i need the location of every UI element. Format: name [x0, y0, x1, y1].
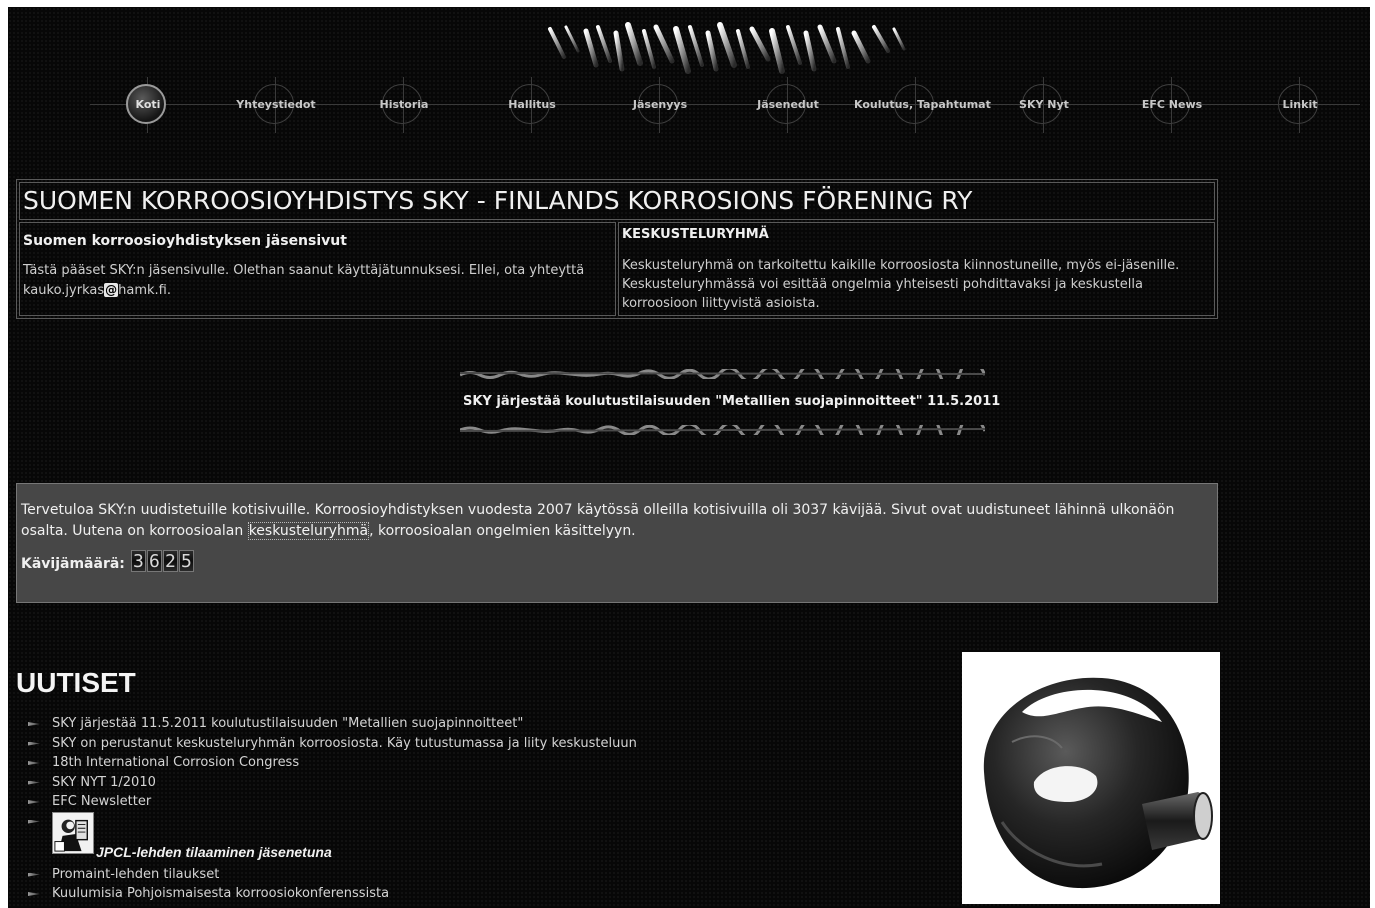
- discussion-title[interactable]: KESKUSTELURYHMÄ: [622, 227, 1211, 242]
- discussion-text: Keskusteluryhmä on tarkoitettu kaikille …: [622, 258, 1180, 311]
- news-item-label: SKY NYT 1/2010: [52, 774, 156, 790]
- jpcl-link[interactable]: JPCL-lehden tilaaminen jäsenetuna: [96, 843, 332, 863]
- counter-digit: 3: [130, 550, 146, 572]
- site-logo[interactable]: [538, 21, 918, 83]
- nav-label: Yhteystiedot: [236, 98, 316, 111]
- nav-label: Koulutus, Tapahtumat: [854, 98, 991, 111]
- news-list: SKY järjestää 11.5.2011 koulutustilaisuu…: [26, 714, 726, 904]
- nav-item-yhteystiedot[interactable]: Yhteystiedot: [214, 77, 338, 133]
- nav-label: Linkit: [1282, 98, 1318, 111]
- news-item-label: EFC Newsletter: [52, 794, 152, 809]
- bullet-icon: [28, 819, 40, 824]
- nav-item-sky-nyt[interactable]: SKY Nyt: [982, 77, 1106, 133]
- news-item-label: SKY on perustanut keskusteluryhmän korro…: [52, 735, 637, 751]
- counter-digit: 5: [178, 550, 194, 572]
- contact-email[interactable]: kauko.jyrkas@hamk.fi.: [23, 283, 171, 298]
- discussion-group-link[interactable]: keskusteluryhmä: [247, 522, 370, 540]
- bullet-icon: [28, 780, 40, 785]
- welcome-text-after: , korroosioalan ongelmien käsittelyyn.: [369, 523, 636, 539]
- bullet-icon: [28, 892, 40, 896]
- news-item-label: Promaint-lehden tilaukset: [52, 866, 220, 882]
- news-item[interactable]: SKY järjestää 11.5.2011 koulutustilaisuu…: [26, 714, 726, 734]
- news-item-label: SKY järjestää 11.5.2011 koulutustilaisuu…: [52, 716, 524, 731]
- nav-item-historia[interactable]: Historia: [342, 77, 466, 133]
- news-item-label: 18th International Corrosion Congress: [52, 755, 300, 770]
- welcome-text: Tervetuloa SKY:n uudistetuille kotisivui…: [21, 500, 1213, 542]
- news-title: UUTISET: [16, 667, 136, 698]
- visitor-counter-row: Kävijämäärä: 3 6 2 5: [21, 550, 1213, 572]
- nav-label: Hallitus: [508, 98, 556, 111]
- nav-label: Jäsenedut: [757, 98, 819, 111]
- news-item[interactable]: Promaint-lehden tilaukset: [26, 865, 726, 885]
- visitor-counter: 3 6 2 5: [130, 550, 195, 572]
- news-item[interactable]: SKY on perustanut keskusteluryhmän korro…: [26, 734, 726, 754]
- members-section: Suomen korroosioyhdistyksen jäsensivut T…: [19, 222, 616, 316]
- news-item[interactable]: Kuulumisia Pohjoismaisesta korroosiokonf…: [26, 884, 726, 904]
- at-icon: @: [104, 283, 119, 297]
- nav-label: EFC News: [1141, 98, 1203, 111]
- counter-digit: 6: [146, 550, 162, 572]
- announcement-link[interactable]: SKY järjestää koulutustilaisuuden "Metal…: [463, 394, 1000, 409]
- email-domain: hamk.fi.: [118, 283, 171, 298]
- page-title: SUOMEN KORROOSIOYHDISTYS SKY - FINLANDS …: [19, 182, 1215, 220]
- jpcl-cartoon-icon: [52, 811, 94, 854]
- nav-item-efc-news[interactable]: EFC News: [1110, 77, 1234, 133]
- bullet-icon: [28, 800, 40, 804]
- bullet-icon: [28, 741, 40, 746]
- bullet-icon: [28, 722, 40, 726]
- news-item[interactable]: SKY NYT 1/2010: [26, 773, 726, 793]
- members-description: Tästä pääset SKY:n jäsensivulle. Olethan…: [23, 263, 585, 278]
- decorative-scribble: [460, 425, 985, 435]
- nav-item-jasenedut[interactable]: Jäsenedut: [726, 77, 850, 133]
- decorative-scribble: [460, 369, 985, 379]
- counter-digit: 2: [162, 550, 178, 572]
- nav-item-koulutus[interactable]: Koulutus, Tapahtumat: [854, 77, 991, 133]
- news-item-label: Kuulumisia Pohjoismaisesta korroosiokonf…: [52, 886, 390, 901]
- header-box: SUOMEN KORROOSIOYHDISTYS SKY - FINLANDS …: [16, 179, 1218, 319]
- corroded-pipe-photo: [962, 652, 1220, 904]
- news-item-jpcl[interactable]: JPCL-lehden tilaaminen jäsenetuna: [26, 811, 726, 865]
- nav-label: Jäsenyys: [632, 98, 688, 111]
- welcome-box: Tervetuloa SKY:n uudistetuille kotisivui…: [16, 483, 1218, 603]
- members-title[interactable]: Suomen korroosioyhdistyksen jäsensivut: [23, 233, 612, 249]
- nav-label: SKY Nyt: [1019, 98, 1069, 111]
- discussion-section: KESKUSTELURYHMÄ Keskusteluryhmä on tarko…: [618, 222, 1215, 316]
- bullet-icon: [28, 761, 40, 765]
- nav-item-linkit[interactable]: Linkit: [1238, 77, 1362, 133]
- nav-item-jasenyys[interactable]: Jäsenyys: [598, 77, 722, 133]
- members-text: Tästä pääset SKY:n jäsensivulle. Olethan…: [23, 261, 612, 301]
- visitor-counter-label: Kävijämäärä:: [21, 556, 125, 572]
- bullet-icon: [28, 872, 40, 877]
- nav-label: Koti: [135, 98, 161, 111]
- nav-item-koti[interactable]: Koti: [86, 77, 210, 133]
- news-item[interactable]: EFC Newsletter: [26, 792, 726, 812]
- email-user: kauko.jyrkas: [23, 283, 105, 298]
- page: Koti Yhteystiedot Historia Hallitus Jäse…: [8, 7, 1370, 908]
- nav-label: Historia: [379, 98, 429, 111]
- nav-item-hallitus[interactable]: Hallitus: [470, 77, 594, 133]
- news-item[interactable]: 18th International Corrosion Congress: [26, 753, 726, 773]
